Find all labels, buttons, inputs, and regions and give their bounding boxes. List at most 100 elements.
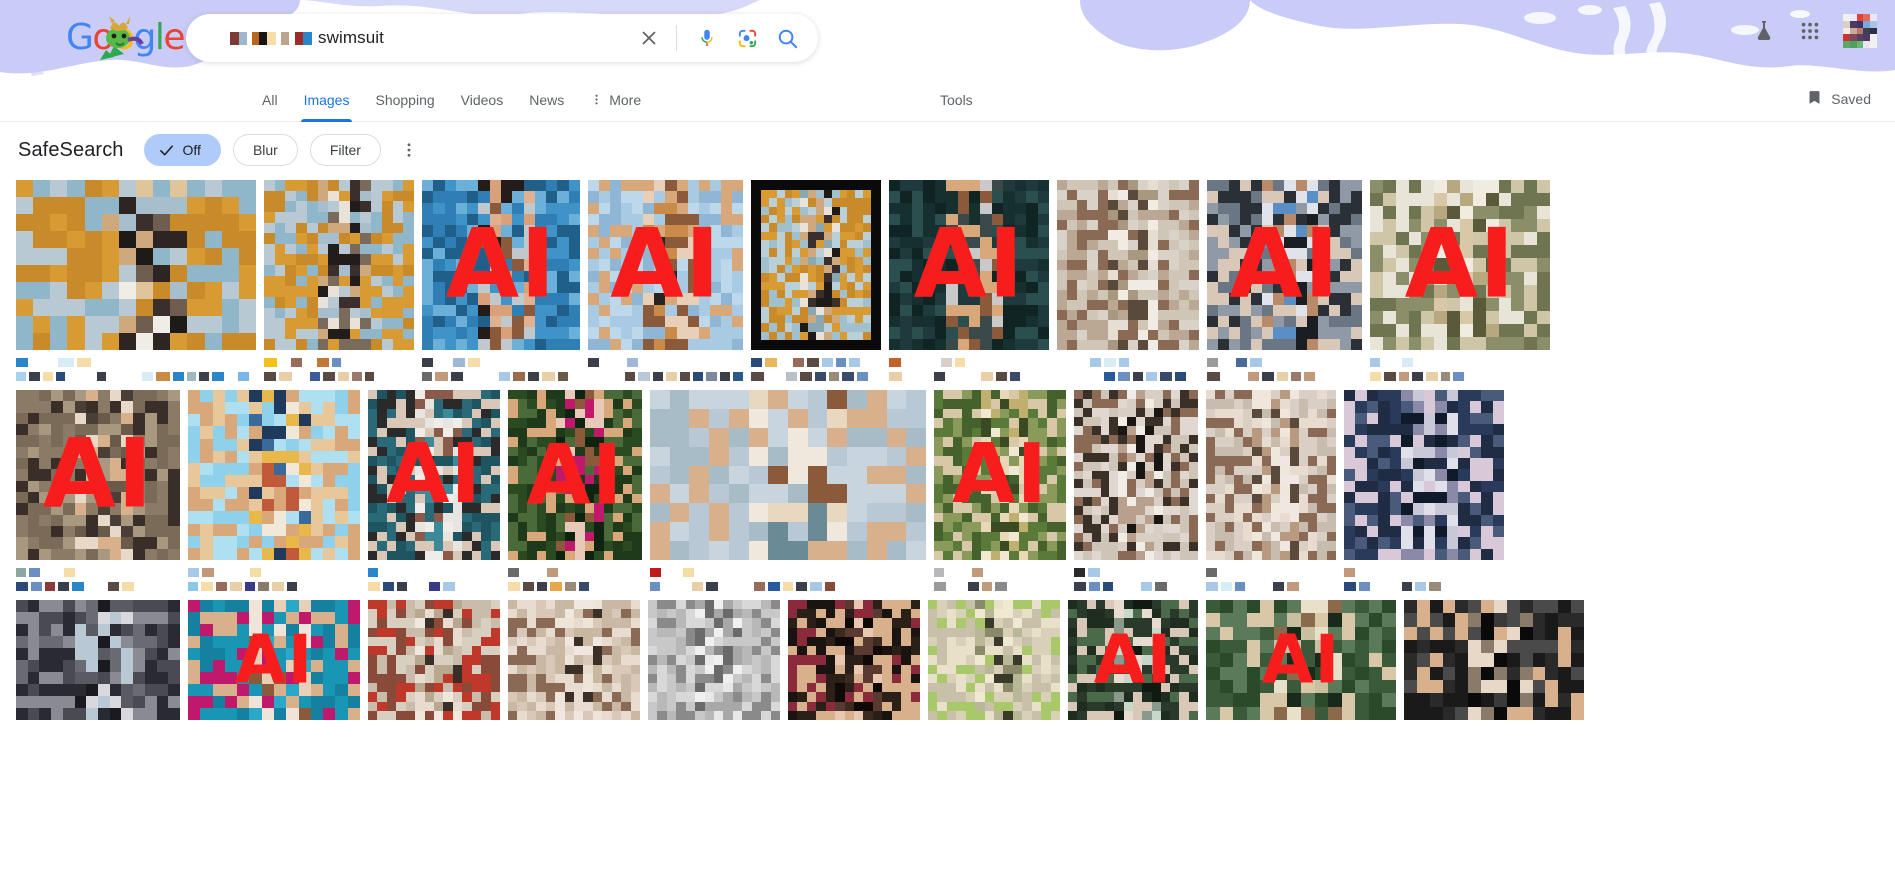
result-thumbnail[interactable] (1344, 390, 1504, 560)
result-thumbnail[interactable] (1074, 390, 1198, 560)
result-thumbnail[interactable] (648, 600, 780, 720)
redacted-caption-block (751, 372, 764, 381)
result-thumbnail[interactable]: AI (508, 390, 642, 560)
search-input[interactable]: swimsuit (186, 14, 636, 62)
redacted-caption-block (565, 582, 576, 591)
result-thumbnail[interactable] (368, 600, 500, 720)
result-thumbnail[interactable]: AI (1207, 180, 1362, 350)
tools-button[interactable]: Tools (940, 92, 973, 108)
image-result-tile: AI (889, 180, 1049, 384)
result-thumbnail[interactable]: AI (1068, 600, 1198, 720)
redacted-caption-block (768, 582, 780, 591)
redacted-caption-block (1206, 582, 1218, 591)
result-thumbnail[interactable]: AI (934, 390, 1066, 560)
redacted-caption-block (201, 582, 213, 591)
redacted-caption-block (542, 372, 555, 381)
tab-label: News (529, 92, 565, 108)
result-thumbnail[interactable] (1404, 600, 1584, 720)
result-thumbnail[interactable]: AI (1206, 600, 1396, 720)
result-thumbnail[interactable] (508, 600, 640, 720)
tab-shopping[interactable]: Shopping (362, 80, 447, 122)
pixelated-image (368, 390, 500, 560)
redacted-caption-line (422, 372, 580, 381)
pixelated-image (1068, 600, 1198, 720)
result-thumbnail[interactable] (264, 180, 414, 350)
safesearch-label: SafeSearch (18, 138, 124, 161)
tab-images[interactable]: Images (291, 80, 363, 122)
tab-videos[interactable]: Videos (448, 80, 517, 122)
clear-search-icon[interactable] (636, 25, 662, 51)
safesearch-chip-off[interactable]: Off (143, 134, 221, 166)
safesearch-more-icon[interactable] (397, 134, 421, 166)
result-thumbnail[interactable]: AI (16, 390, 180, 560)
result-thumbnail[interactable] (16, 180, 256, 350)
redacted-caption-block (751, 358, 762, 367)
apps-grid-icon[interactable] (1797, 18, 1823, 44)
pixelated-image (188, 390, 360, 560)
redacted-block (252, 31, 259, 45)
result-thumbnail[interactable]: AI (422, 180, 580, 350)
tab-news[interactable]: News (516, 80, 577, 122)
google-lens-icon[interactable] (734, 25, 760, 51)
google-logo[interactable]: Google (66, 16, 185, 60)
redacted-caption-block (352, 372, 362, 381)
redacted-caption-block (29, 568, 40, 577)
tab-all[interactable]: All (249, 80, 291, 122)
redacted-caption-block (1250, 358, 1262, 367)
search-submit-icon[interactable] (774, 25, 800, 51)
redacted-caption-line (1074, 582, 1198, 591)
pixelated-image (889, 180, 1049, 350)
redacted-caption-block (1236, 358, 1247, 367)
safesearch-chip-filter[interactable]: Filter (309, 134, 381, 166)
redacted-caption-block (142, 372, 153, 381)
redacted-caption-block (1104, 358, 1116, 367)
redacted-caption-line (264, 358, 414, 367)
redacted-caption-block (796, 582, 807, 591)
redacted-caption-block (227, 372, 235, 381)
result-thumbnail[interactable] (788, 600, 920, 720)
redacted-caption-block (968, 582, 979, 591)
redacted-caption-line (889, 372, 1049, 381)
redacted-caption-block (765, 358, 777, 367)
image-result-tile (1344, 390, 1504, 594)
redacted-caption-block (1248, 582, 1270, 591)
search-bar[interactable]: swimsuit (186, 14, 818, 62)
avatar[interactable] (1843, 14, 1877, 48)
saved-button[interactable]: Saved (1806, 89, 1871, 109)
result-thumbnail[interactable]: AI (588, 180, 743, 350)
result-thumbnail[interactable]: AI (889, 180, 1049, 350)
redacted-caption-block (767, 372, 783, 381)
logo-letter-e: e (163, 17, 185, 58)
redacted-caption-line (1207, 372, 1362, 381)
tab-more[interactable]: More (577, 80, 654, 122)
image-result-tile (1074, 390, 1198, 594)
result-thumbnail[interactable] (928, 600, 1060, 720)
microphone-icon[interactable] (694, 25, 720, 51)
redacted-caption-block (1287, 582, 1299, 591)
result-thumbnail[interactable] (751, 180, 881, 350)
result-thumbnail[interactable] (650, 390, 926, 560)
redacted-caption-block (258, 582, 269, 591)
redacted-caption-block (706, 582, 718, 591)
result-caption (1207, 358, 1362, 384)
more-vert-icon (590, 92, 603, 110)
pixelated-image (650, 390, 926, 560)
result-thumbnail[interactable]: AI (1370, 180, 1550, 350)
result-thumbnail[interactable] (1057, 180, 1199, 350)
result-thumbnail[interactable] (1206, 390, 1336, 560)
image-result-tile: AI (1068, 600, 1198, 720)
image-result-tile (264, 180, 414, 384)
redacted-caption-block (1175, 372, 1186, 381)
redacted-caption-block (948, 372, 978, 381)
redacted-caption-block (1207, 358, 1218, 367)
redacted-caption-block (588, 358, 599, 367)
result-thumbnail[interactable]: AI (188, 600, 360, 720)
safesearch-chip-blur[interactable]: Blur (232, 134, 298, 166)
result-thumbnail[interactable]: AI (368, 390, 500, 560)
result-thumbnail[interactable] (16, 600, 180, 720)
redacted-caption-block (650, 582, 660, 591)
redacted-caption-block (368, 568, 378, 577)
labs-icon[interactable] (1751, 18, 1777, 44)
redacted-caption-block (305, 358, 314, 367)
result-thumbnail[interactable] (188, 390, 360, 560)
